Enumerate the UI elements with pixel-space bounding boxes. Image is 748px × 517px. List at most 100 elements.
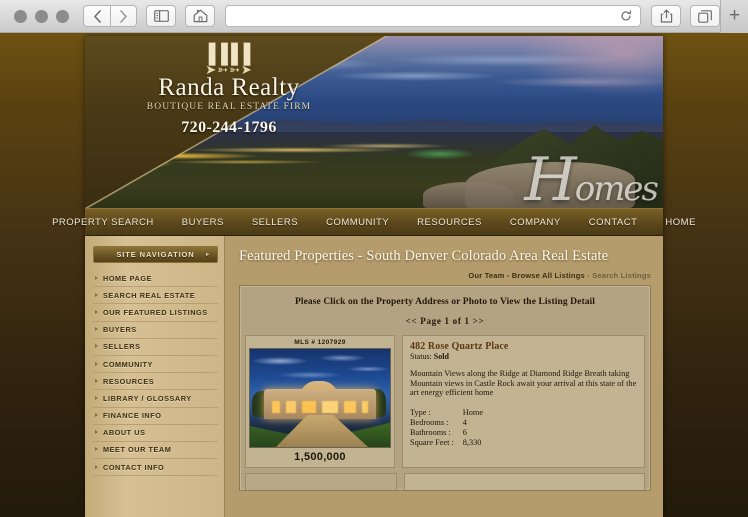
homes-rest: omes xyxy=(574,169,659,208)
breadcrumb-browse-all-listings[interactable]: Browse All Listings xyxy=(512,271,585,280)
sidebar-item-home-page[interactable]: HOME PAGE xyxy=(93,270,218,288)
sidebar-toggle-icon xyxy=(153,10,169,22)
sidebar-header-label: SITE NAVIGATION xyxy=(116,250,195,259)
zoom-window-button[interactable] xyxy=(56,9,69,23)
primary-navigation: PROPERTY SEARCH BUYERS SELLERS COMMUNITY… xyxy=(52,208,695,236)
sidebar-item-label: OUR FEATURED LISTINGS xyxy=(103,307,208,317)
nav-item-sellers[interactable]: SELLERS xyxy=(238,217,312,228)
back-button[interactable] xyxy=(83,5,110,27)
chevron-right-icon: ▸ xyxy=(206,252,210,258)
bullet-arrow-icon xyxy=(95,309,98,314)
nav-item-home[interactable]: HOME xyxy=(651,217,710,228)
sidebar-item-finance-info[interactable]: FINANCE INFO xyxy=(93,408,218,425)
share-icon xyxy=(660,9,672,23)
website-container: ▐▐ ▌▌ ➤➳➳➤ Randa Realty BOUTIQUE REAL ES… xyxy=(52,36,695,517)
share-button[interactable] xyxy=(651,5,681,27)
nav-item-community[interactable]: COMMUNITY xyxy=(312,217,403,228)
spec-value: 6 xyxy=(462,427,467,437)
listing-photo-column[interactable]: MLS # 1207929 1,500,000 xyxy=(245,335,395,468)
spec-value: 8,330 xyxy=(462,437,482,447)
bullet-arrow-icon xyxy=(95,447,98,452)
window-controls xyxy=(14,9,69,23)
site-navigation-sidebar: SITE NAVIGATION ▸ HOME PAGE SEARCH REAL … xyxy=(85,236,225,517)
sidebar-item-our-featured-listings[interactable]: OUR FEATURED LISTINGS xyxy=(93,304,218,322)
listing-row: MLS # 1207929 1,500,000 482 Rose Quartz … xyxy=(245,335,645,468)
brand-phone: 720-244-1796 xyxy=(181,119,277,136)
listing-specs: Type : Home Bedrooms : 4 Bathrooms : 6 Squa… xyxy=(410,408,637,448)
sidebar-item-search-real-estate[interactable]: SEARCH REAL ESTATE xyxy=(93,287,218,305)
bullet-arrow-icon xyxy=(95,413,98,418)
chevron-right-icon xyxy=(120,9,127,23)
breadcrumb: Our Team - Browse All Listings - Search … xyxy=(239,271,651,280)
sidebar-header[interactable]: SITE NAVIGATION ▸ xyxy=(93,246,218,263)
breadcrumb-separator: - xyxy=(504,271,512,280)
table-row: Bathrooms : 6 xyxy=(410,428,483,438)
tab-overview-icon xyxy=(698,9,712,23)
sidebar-item-buyers[interactable]: BUYERS xyxy=(93,322,218,339)
sidebar-item-about-us[interactable]: ABOUT US xyxy=(93,425,218,442)
page-title: Featured Properties - South Denver Color… xyxy=(239,248,609,264)
listing-info-column-partial[interactable] xyxy=(404,473,645,490)
nav-item-company[interactable]: COMPANY xyxy=(496,217,575,228)
sidebar-item-resources[interactable]: RESOURCES xyxy=(93,373,218,391)
minimize-window-button[interactable] xyxy=(35,9,48,23)
bullet-arrow-icon xyxy=(95,344,98,349)
listing-mls-number: MLS # 1207929 xyxy=(294,339,346,346)
sidebar-item-label: ABOUT US xyxy=(103,428,146,438)
sidebar-item-label: COMMUNITY xyxy=(103,359,153,369)
table-row: Square Feet : 8,330 xyxy=(410,438,483,448)
sidebar-item-label: HOME PAGE xyxy=(103,273,153,283)
sidebar-toggle-button[interactable] xyxy=(146,5,176,27)
address-bar[interactable] xyxy=(225,5,641,27)
pagination-control[interactable]: << Page 1 of 1 >> xyxy=(240,307,650,326)
listing-photo-column-partial[interactable] xyxy=(245,473,397,490)
bullet-arrow-icon xyxy=(95,395,98,400)
sidebar-item-label: FINANCE INFO xyxy=(103,411,162,421)
bullet-arrow-icon xyxy=(95,275,98,280)
site-banner: ▐▐ ▌▌ ➤➳➳➤ Randa Realty BOUTIQUE REAL ES… xyxy=(85,36,663,208)
banner-sunset-glow xyxy=(463,36,663,106)
listing-price: 1,500,000 xyxy=(294,451,346,463)
sidebar-item-label: SELLERS xyxy=(103,342,141,352)
listing-row-next-partial[interactable] xyxy=(245,473,645,490)
listings-panel: Please Click on the Property Address or … xyxy=(239,285,651,491)
sidebar-item-label: BUYERS xyxy=(103,325,137,335)
bullet-arrow-icon xyxy=(95,327,98,332)
listing-specs-table: Type : Home Bedrooms : 4 Bathrooms : 6 Squa… xyxy=(410,408,483,448)
listing-status: Status: Sold xyxy=(410,352,637,361)
listing-info-column: 482 Rose Quartz Place Status: Sold Mount… xyxy=(402,335,645,468)
nav-item-resources[interactable]: RESOURCES xyxy=(403,217,496,228)
brand-tagline: BOUTIQUE REAL ESTATE FIRM xyxy=(146,102,312,112)
sidebar-item-label: RESOURCES xyxy=(103,376,155,386)
site-logo[interactable]: ▐▐ ▌▌ ➤➳➳➤ Randa Realty BOUTIQUE REAL ES… xyxy=(99,45,359,137)
spec-key: Type : xyxy=(410,407,431,417)
banner-homes-script: Homes xyxy=(524,150,659,208)
sidebar-item-contact-info[interactable]: CONTACT INFO xyxy=(93,459,218,477)
tab-overview-button[interactable] xyxy=(690,5,720,27)
home-button[interactable] xyxy=(185,5,215,27)
listing-photo[interactable] xyxy=(249,348,391,448)
forward-button[interactable] xyxy=(110,5,137,27)
homes-initial: H xyxy=(524,145,576,208)
nav-item-buyers[interactable]: BUYERS xyxy=(168,217,238,228)
listing-address-link[interactable]: 482 Rose Quartz Place xyxy=(410,341,637,352)
home-icon xyxy=(193,9,207,23)
nav-item-contact[interactable]: CONTACT xyxy=(575,217,652,228)
sidebar-item-community[interactable]: COMMUNITY xyxy=(93,356,218,374)
listing-status-value: Sold xyxy=(433,352,449,361)
bullet-arrow-icon xyxy=(95,464,98,469)
breadcrumb-our-team[interactable]: Our Team xyxy=(468,271,504,280)
photo-house-windows xyxy=(272,401,368,413)
bullet-arrow-icon xyxy=(95,430,98,435)
sidebar-item-library-glossary[interactable]: LIBRARY / GLOSSARY xyxy=(93,390,218,408)
close-window-button[interactable] xyxy=(14,9,27,23)
listing-description: Mountain Views along the Ridge at Diamon… xyxy=(410,369,637,398)
nav-item-property-search[interactable]: PROPERTY SEARCH xyxy=(38,217,168,228)
breadcrumb-search-listings[interactable]: Search Listings xyxy=(592,271,651,280)
reload-icon[interactable] xyxy=(620,10,632,22)
page-body: SITE NAVIGATION ▸ HOME PAGE SEARCH REAL … xyxy=(85,236,663,517)
sidebar-item-meet-our-team[interactable]: MEET OUR TEAM xyxy=(93,442,218,460)
bullet-arrow-icon xyxy=(95,292,98,297)
new-tab-button[interactable]: + xyxy=(720,0,748,33)
sidebar-item-sellers[interactable]: SELLERS xyxy=(93,339,218,356)
